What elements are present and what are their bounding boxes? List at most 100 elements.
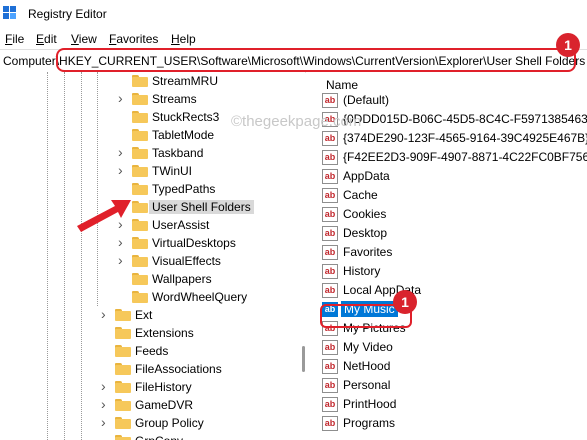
chevron-right-icon[interactable]: ›	[118, 145, 128, 159]
watermark: ©thegeekpage.com	[231, 113, 362, 130]
folder-icon	[115, 381, 131, 393]
folder-icon	[115, 399, 131, 411]
string-value-icon: ab	[322, 207, 338, 222]
value-row[interactable]: ab Programs	[320, 414, 587, 433]
value-row[interactable]: ab History	[320, 262, 587, 281]
menu-file[interactable]: File	[5, 32, 24, 46]
tree-item-label: GameDVR	[135, 398, 194, 412]
value-row[interactable]: ab {F42EE2D3-909F-4907-8871-4C22FC0BF756}	[320, 148, 587, 167]
value-row[interactable]: ab PrintHood	[320, 395, 587, 414]
folder-icon	[132, 273, 148, 285]
menu-edit[interactable]: Edit	[36, 32, 57, 46]
chevron-right-icon[interactable]: ›	[118, 91, 128, 105]
tree-item[interactable]: User Shell Folders	[0, 198, 305, 216]
chevron-right-icon[interactable]: ›	[118, 235, 128, 249]
string-value-icon: ab	[322, 378, 338, 393]
tree-item[interactable]: GrpConv	[0, 432, 305, 440]
value-name: Desktop	[343, 226, 388, 240]
value-row[interactable]: ab Desktop	[320, 224, 587, 243]
value-name: Cookies	[343, 207, 387, 221]
tree-item[interactable]: › TWinUI	[0, 162, 305, 180]
folder-icon	[132, 147, 148, 159]
tree-item-label: Streams	[152, 92, 197, 106]
value-row[interactable]: ab (Default)	[320, 91, 587, 110]
string-value-icon: ab	[322, 188, 338, 203]
tree-scrollbar-thumb[interactable]	[302, 346, 305, 372]
tree-item[interactable]: › Ext	[0, 306, 305, 324]
tree-item-label: TWinUI	[152, 164, 192, 178]
tree-item[interactable]: › VirtualDesktops	[0, 234, 305, 252]
value-name: My Video	[343, 340, 393, 354]
chevron-right-icon[interactable]: ›	[101, 307, 111, 321]
tree-item-label: Ext	[135, 308, 153, 322]
value-row[interactable]: ab My Video	[320, 338, 587, 357]
tree-item[interactable]: WordWheelQuery	[0, 288, 305, 306]
tree-item-label: UserAssist	[152, 218, 210, 232]
tree-item[interactable]: FileAssociations	[0, 360, 305, 378]
value-row[interactable]: ab Personal	[320, 376, 587, 395]
menu-favorites[interactable]: Favorites	[109, 32, 158, 46]
value-row[interactable]: ab Cache	[320, 186, 587, 205]
folder-icon	[132, 291, 148, 303]
tree-item[interactable]: Wallpapers	[0, 270, 305, 288]
tree-item-label: WordWheelQuery	[152, 290, 248, 304]
tree-item-label: StuckRects3	[152, 110, 220, 124]
pointer-arrow-annotation	[77, 200, 131, 232]
string-value-icon: ab	[322, 226, 338, 241]
tree-item-label: Wallpapers	[152, 272, 212, 286]
value-name: {0DDD015D-B06C-45D5-8C4C-F59713854639}	[343, 112, 587, 126]
menu-help[interactable]: Help	[171, 32, 196, 46]
tree-item[interactable]: › Group Policy	[0, 414, 305, 432]
folder-icon	[132, 129, 148, 141]
tree-item[interactable]: › UserAssist	[0, 216, 305, 234]
string-value-icon: ab	[322, 264, 338, 279]
tree-item[interactable]: › FileHistory	[0, 378, 305, 396]
string-value-icon: ab	[322, 416, 338, 431]
chevron-right-icon[interactable]: ›	[101, 379, 111, 393]
string-value-icon: ab	[322, 397, 338, 412]
step-badge-value: 1	[393, 290, 417, 314]
string-value-icon: ab	[322, 169, 338, 184]
tree-item-label: FileAssociations	[135, 362, 222, 376]
folder-icon	[132, 93, 148, 105]
value-row[interactable]: ab AppData	[320, 167, 587, 186]
tree-item[interactable]: › VisualEffects	[0, 252, 305, 270]
tree-item[interactable]: › Taskband	[0, 144, 305, 162]
tree-item-label: GrpConv	[135, 434, 183, 440]
value-name: PrintHood	[343, 397, 397, 411]
chevron-right-icon[interactable]: ›	[118, 253, 128, 267]
value-row[interactable]: ab NetHood	[320, 357, 587, 376]
registry-editor-icon	[3, 6, 17, 20]
value-name: History	[343, 264, 381, 278]
menu-view[interactable]: View	[71, 32, 97, 46]
string-value-icon: ab	[322, 245, 338, 260]
folder-icon	[132, 255, 148, 267]
tree-item[interactable]: › GameDVR	[0, 396, 305, 414]
tree-item-label: Group Policy	[135, 416, 204, 430]
column-header-name[interactable]: Name	[326, 78, 358, 92]
title-bar: Registry Editor	[0, 0, 587, 28]
tree-item[interactable]: Extensions	[0, 324, 305, 342]
value-name: {F42EE2D3-909F-4907-8871-4C22FC0BF756}	[343, 150, 587, 164]
tree-item-label: Taskband	[152, 146, 204, 160]
chevron-right-icon[interactable]: ›	[101, 415, 111, 429]
value-row[interactable]: ab {374DE290-123F-4565-9164-39C4925E467B}	[320, 129, 587, 148]
folder-icon	[132, 111, 148, 123]
tree-item[interactable]: TypedPaths	[0, 180, 305, 198]
folder-icon	[132, 75, 148, 87]
chevron-right-icon[interactable]: ›	[118, 163, 128, 177]
chevron-right-icon[interactable]: ›	[101, 397, 111, 411]
value-row[interactable]: ab Cookies	[320, 205, 587, 224]
string-value-icon: ab	[322, 131, 338, 146]
folder-icon	[115, 417, 131, 429]
value-name: Cache	[343, 188, 378, 202]
value-row[interactable]: ab Favorites	[320, 243, 587, 262]
tree-item-label: VirtualDesktops	[152, 236, 236, 250]
tree-item[interactable]: › Streams	[0, 90, 305, 108]
folder-icon	[132, 237, 148, 249]
tree-item[interactable]: Feeds	[0, 342, 305, 360]
value-row[interactable]: ab Local AppData	[320, 281, 587, 300]
string-value-icon: ab	[322, 150, 338, 165]
tree-item[interactable]: StreamMRU	[0, 72, 305, 90]
value-name: AppData	[343, 169, 390, 183]
